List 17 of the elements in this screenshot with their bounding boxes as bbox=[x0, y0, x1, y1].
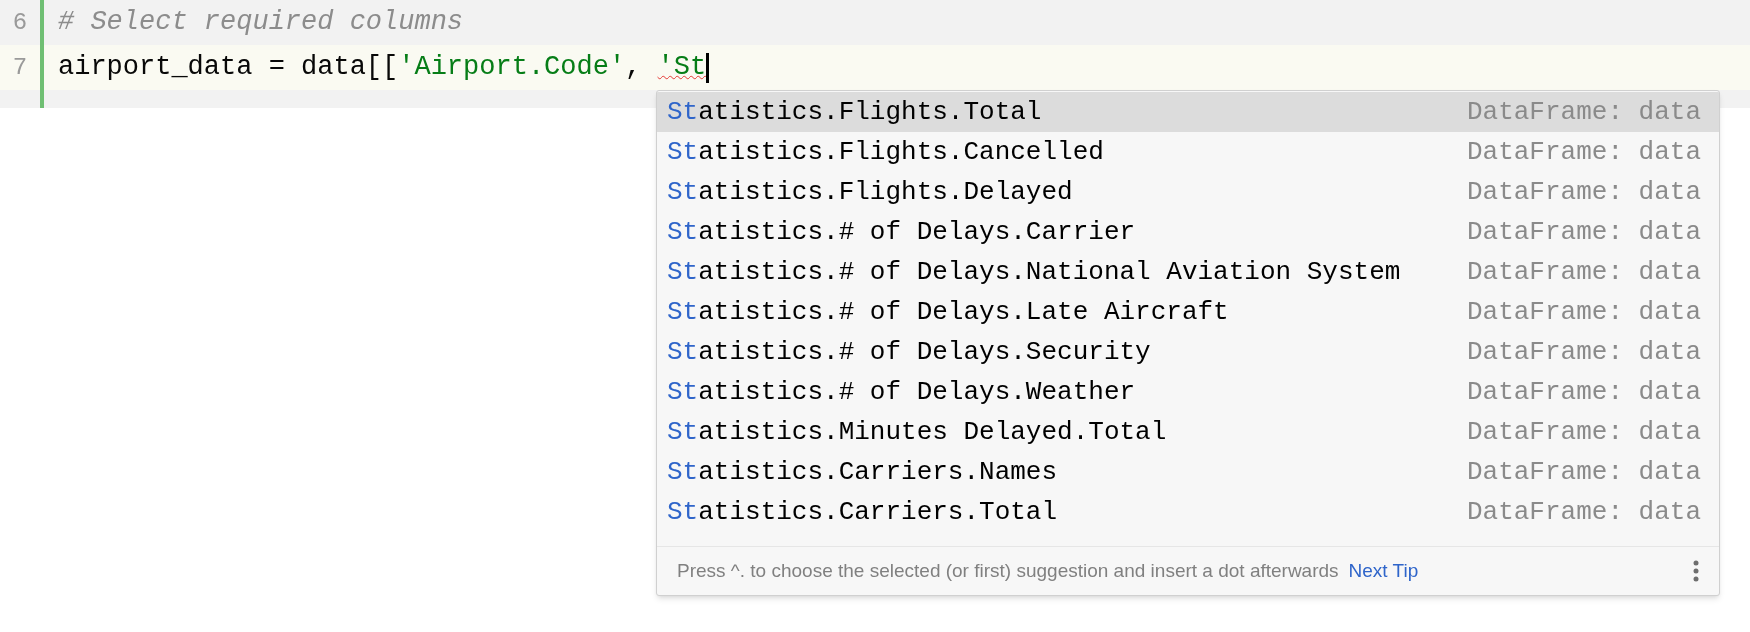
suggestion-item[interactable]: Statistics.Flights.Cancelled DataFrame: data bbox=[657, 132, 1719, 172]
suggestion-item[interactable]: Statistics.Flights.Total DataFrame: data bbox=[657, 92, 1719, 132]
suggestion-item[interactable]: Statistics.Carriers.Total DataFrame: data bbox=[657, 492, 1719, 532]
next-tip-link[interactable]: Next Tip bbox=[1348, 556, 1419, 586]
line-number: 7 bbox=[12, 52, 28, 83]
suggestion-item[interactable]: Statistics.# of Delays.Security DataFrame: data bbox=[657, 332, 1719, 372]
hint-text: Press ^. to choose the selected (or first) suggestion and insert a dot afterwards bbox=[677, 558, 1339, 583]
suggestion-item[interactable]: Statistics.# of Delays.Late Aircraft DataFrame: data bbox=[657, 292, 1719, 332]
more-options-icon[interactable] bbox=[1693, 560, 1699, 582]
suggestion-item[interactable]: Statistics.Carriers.Names DataFrame: data bbox=[657, 452, 1719, 492]
text-caret bbox=[706, 52, 710, 83]
suggestion-item[interactable]: Statistics.# of Delays.Carrier DataFrame: data bbox=[657, 212, 1719, 252]
suggestion-item[interactable]: Statistics.# of Delays.National Aviation System DataFrame: data bbox=[657, 252, 1719, 292]
line-number: 6 bbox=[12, 7, 28, 38]
suggestion-item[interactable]: Statistics.Minutes Delayed.Total DataFrame: data bbox=[657, 412, 1719, 452]
suggestion-item[interactable]: Statistics.# of Delays.Weather DataFrame: data bbox=[657, 372, 1719, 412]
suggestion-item[interactable]: Statistics.Flights.Delayed DataFrame: data bbox=[657, 172, 1719, 212]
